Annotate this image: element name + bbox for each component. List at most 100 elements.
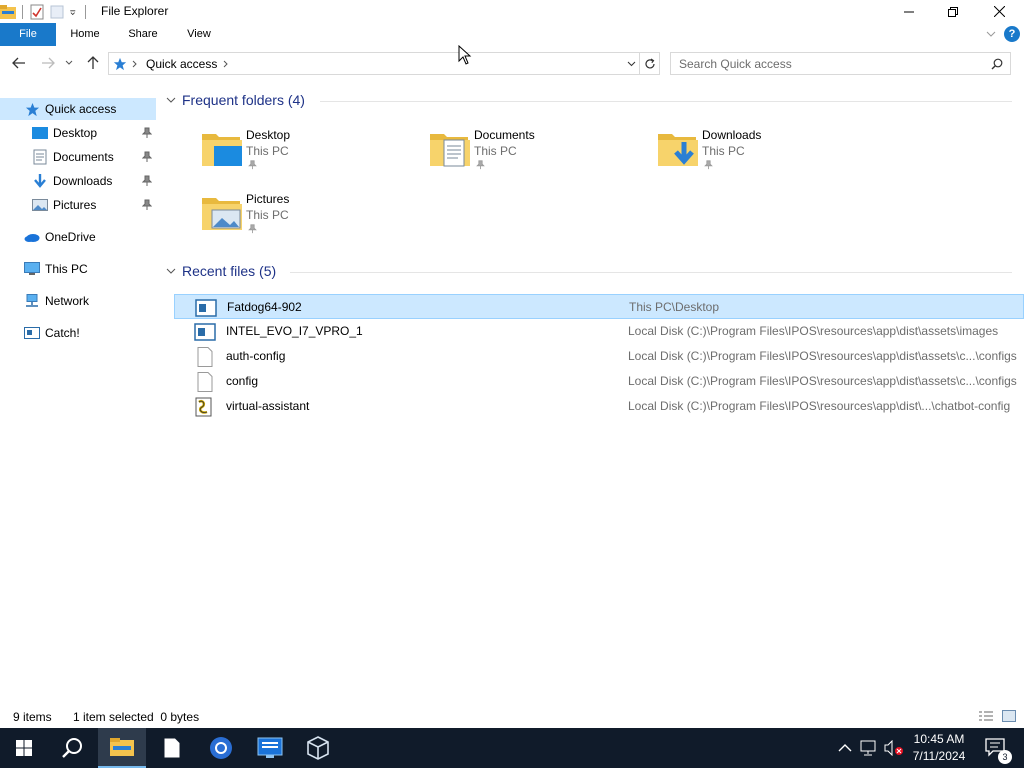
taskbar-clock[interactable]: 10:45 AM 7/11/2024: [906, 731, 972, 765]
file-name: auth-config: [226, 349, 286, 363]
mouse-cursor-icon: [458, 45, 472, 65]
blank-file-icon: [197, 372, 213, 392]
back-button[interactable]: [10, 54, 28, 72]
blank-file-icon: [197, 347, 213, 367]
content-pane: Frequent folders (4) Desktop This PC Doc…: [160, 86, 1024, 706]
app-window-icon: [194, 323, 216, 341]
folder-location: This PC: [702, 144, 745, 158]
close-button[interactable]: [976, 0, 1022, 23]
new-folder-icon[interactable]: [49, 4, 65, 20]
refresh-button[interactable]: [640, 52, 660, 75]
pin-icon: [248, 160, 257, 170]
folder-tile-downloads[interactable]: Downloads This PC: [656, 126, 866, 182]
large-icons-view-icon[interactable]: [1002, 710, 1016, 722]
folder-name: Desktop: [246, 128, 291, 142]
sidebar-item-label: Catch!: [45, 326, 80, 340]
chevron-right-icon[interactable]: [223, 60, 229, 68]
taskbar-remote-app[interactable]: [246, 728, 294, 768]
pin-icon: [142, 175, 152, 186]
recent-file-row[interactable]: auth-config Local Disk (C:)\Program File…: [174, 344, 1024, 369]
frequent-folders-header[interactable]: Frequent folders (4): [166, 92, 305, 108]
documents-folder-icon: [430, 134, 470, 167]
sidebar-item-onedrive[interactable]: OneDrive: [0, 226, 156, 248]
chevron-down-icon: [166, 268, 176, 274]
file-path: This PC\Desktop: [629, 300, 720, 314]
up-button[interactable]: [84, 54, 102, 72]
start-button[interactable]: [0, 728, 48, 768]
forward-button[interactable]: [39, 54, 57, 72]
notifications-button[interactable]: 3: [976, 728, 1016, 768]
minimize-button[interactable]: [886, 0, 932, 23]
tab-share[interactable]: Share: [120, 23, 166, 46]
taskbar-notepad[interactable]: [148, 728, 196, 768]
ribbon-controls: ?: [986, 26, 1020, 42]
divider: [290, 272, 1012, 273]
speaker-muted-icon[interactable]: [884, 740, 904, 756]
system-tray: [838, 728, 904, 768]
ribbon-tabs: File Home Share View ?: [0, 23, 1024, 46]
group-title: Frequent folders (4): [182, 92, 305, 108]
folder-location: This PC: [474, 144, 517, 158]
tab-view[interactable]: View: [176, 23, 222, 46]
sidebar-item-downloads[interactable]: Downloads: [0, 170, 156, 192]
search-input[interactable]: [671, 53, 981, 74]
sidebar-item-network[interactable]: Network: [0, 290, 156, 312]
chevron-down-icon[interactable]: [627, 61, 636, 67]
chevron-right-icon[interactable]: [132, 60, 138, 68]
close-icon: [993, 6, 1005, 17]
properties-icon[interactable]: [29, 4, 45, 20]
search-icon[interactable]: [991, 58, 1003, 70]
sidebar-item-label: Quick access: [45, 102, 117, 116]
address-bar[interactable]: Quick access: [108, 52, 640, 75]
browser-icon: [210, 737, 232, 759]
folder-tile-documents[interactable]: Documents This PC: [428, 126, 638, 182]
taskbar-browser[interactable]: [197, 728, 245, 768]
recent-locations-button[interactable]: [63, 54, 75, 72]
pin-icon: [142, 199, 152, 210]
sidebar-item-this-pc[interactable]: This PC: [0, 258, 156, 280]
chevron-up-icon[interactable]: [838, 743, 852, 753]
remote-desktop-icon: [257, 737, 283, 758]
folder-tile-pictures[interactable]: Pictures This PC: [200, 190, 410, 246]
folder-location: This PC: [246, 144, 289, 158]
recent-file-row[interactable]: Fatdog64-902 This PC\Desktop: [174, 294, 1024, 319]
pin-icon: [248, 224, 257, 234]
sidebar-item-label: Network: [45, 294, 90, 308]
expand-ribbon-icon[interactable]: [986, 30, 996, 38]
restore-button[interactable]: [930, 0, 976, 23]
sidebar-item-label: Downloads: [53, 174, 113, 188]
help-icon[interactable]: ?: [1004, 26, 1020, 42]
sidebar-item-catch[interactable]: Catch!: [0, 322, 156, 344]
tab-file[interactable]: File: [0, 23, 56, 46]
search-taskbar-button[interactable]: [48, 728, 96, 768]
chevron-down-icon[interactable]: [69, 4, 79, 20]
folder-tile-desktop[interactable]: Desktop This PC: [200, 126, 410, 182]
star-icon: [113, 57, 127, 71]
taskbar-virtualbox[interactable]: [294, 728, 342, 768]
sidebar-item-quick-access[interactable]: Quick access: [0, 98, 156, 120]
arrow-up-icon: [87, 56, 99, 69]
recent-files-header[interactable]: Recent files (5): [166, 263, 276, 279]
network-status-icon[interactable]: [860, 740, 878, 756]
sidebar-item-pictures[interactable]: Pictures: [0, 194, 156, 216]
details-view-icon[interactable]: [978, 710, 994, 722]
sidebar-item-label: Pictures: [53, 198, 97, 212]
app-window-icon: [195, 299, 217, 317]
taskbar-file-explorer[interactable]: [98, 728, 146, 768]
file-explorer-icon[interactable]: [0, 4, 16, 20]
breadcrumb[interactable]: Quick access: [146, 57, 217, 71]
recent-file-row[interactable]: INTEL_EVO_I7_VPRO_1 Local Disk (C:)\Prog…: [174, 319, 1024, 344]
sidebar-item-desktop[interactable]: Desktop: [0, 122, 156, 144]
toolbar-separator: [22, 5, 23, 19]
file-name: Fatdog64-902: [227, 300, 302, 314]
recent-file-row[interactable]: virtual-assistant Local Disk (C:)\Progra…: [174, 394, 1024, 419]
cube-icon: [307, 736, 329, 760]
status-bar: 9 items 1 item selected 0 bytes: [0, 706, 1024, 728]
sidebar-item-documents[interactable]: Documents: [0, 146, 156, 168]
window-title: File Explorer: [101, 4, 169, 18]
folder-location: This PC: [246, 208, 289, 222]
search-box[interactable]: [670, 52, 1011, 75]
toolbar-separator: [85, 5, 86, 19]
recent-file-row[interactable]: config Local Disk (C:)\Program Files\IPO…: [174, 369, 1024, 394]
tab-home[interactable]: Home: [62, 23, 108, 46]
